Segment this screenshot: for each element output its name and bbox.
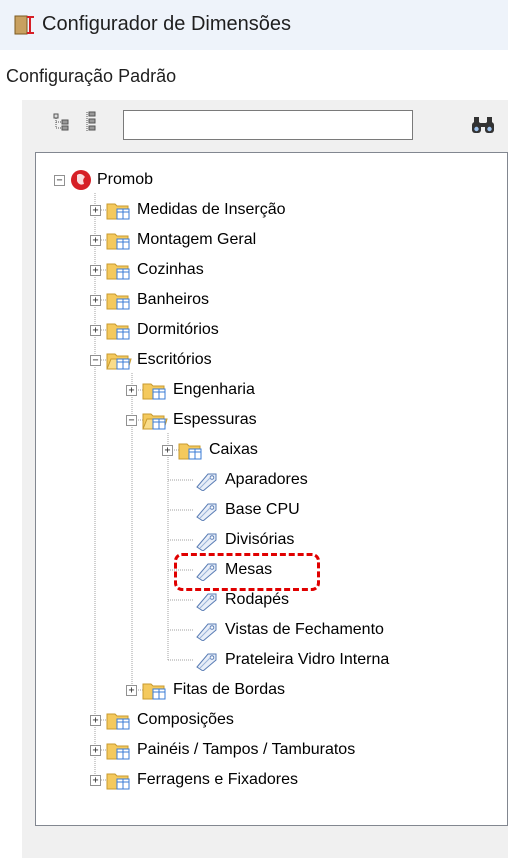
tree-node-label: Medidas de Inserção [137,201,286,218]
folder-table-icon [106,263,130,280]
tree-node-caixas[interactable]: + Caixas [162,437,258,463]
tree-node-label: Ferragens e Fixadores [137,771,298,788]
tree-node-label: Composições [137,711,234,728]
tree-node-dormitorios[interactable]: + Dormitórios [90,317,219,343]
tree-node-espessuras[interactable]: − Espessuras [126,407,257,433]
tree-node-label: Prateleira Vidro Interna [225,651,390,668]
app-ruler-icon [14,15,34,35]
dimension-tag-icon [196,503,217,521]
binoculars-icon[interactable] [470,114,496,136]
expand-icon[interactable]: + [126,384,137,396]
expand-icon[interactable]: + [90,774,101,786]
tree-node-ferragens[interactable]: + Ferragens e Fixadores [90,767,298,793]
expand-icon[interactable]: + [90,714,101,726]
tree-node-vistas-fechamento[interactable]: Vistas de Fechamento [194,617,384,643]
tree-node-divisorias[interactable]: Divisórias [194,527,294,553]
tree-node-escritorios[interactable]: − Escritórios [90,347,212,373]
tree-node-prateleira-vidro[interactable]: Prateleira Vidro Interna [194,647,389,673]
expand-icon[interactable]: + [90,264,101,276]
folder-table-icon [106,323,130,340]
expand-icon[interactable]: + [90,324,101,336]
tree-node-label: Mesas [225,561,273,578]
search-input[interactable] [123,110,413,140]
expand-icon[interactable]: + [90,204,101,216]
dimension-tag-icon [196,653,217,671]
tree-node-label: Aparadores [225,471,308,488]
folder-table-icon [142,383,166,400]
collapse-icon[interactable]: − [54,174,65,186]
tree-node-label: Base CPU [225,501,300,518]
dimension-tag-icon [196,563,217,581]
title-bar: Configurador de Dimensões [0,0,508,50]
expand-tree-icon[interactable] [83,110,103,134]
tree-node-label: Fitas de Bordas [173,681,286,698]
dimensions-tree[interactable]: − Promob + Medidas de Inserção + Montage… [35,152,508,826]
expand-icon[interactable]: + [90,234,101,246]
tree-node-fitas-bordas[interactable]: + Fitas de Bordas [126,677,285,703]
folder-table-icon [106,203,130,220]
tree-node-montagem-geral[interactable]: + Montagem Geral [90,227,256,253]
tree-node-label: Engenharia [173,381,255,398]
tree-node-cozinhas[interactable]: + Cozinhas [90,257,204,283]
window-title: Configurador de Dimensões [42,13,292,35]
tree-node-label: Espessuras [173,411,257,428]
folder-table-icon [106,743,130,760]
expand-icon[interactable]: + [90,294,101,306]
collapse-tree-icon[interactable] [52,110,72,134]
tree-node-label: Escritórios [137,351,212,368]
tree-node-label: Promob [97,171,154,188]
tree-node-label: Cozinhas [137,261,204,278]
tree-node-label: Caixas [209,441,258,458]
tree-node-label: Painéis / Tampos / Tamburatos [137,741,356,758]
expand-icon[interactable]: + [90,744,101,756]
collapse-icon[interactable]: − [90,354,101,366]
folder-table-icon [106,773,130,790]
tree-node-label: Divisórias [225,531,295,548]
tree-node-banheiros[interactable]: + Banheiros [90,287,209,313]
tree-node-mesas[interactable]: Mesas [194,557,272,583]
folder-table-icon [142,683,166,700]
tree-node-composicoes[interactable]: + Composições [90,707,234,733]
tree-node-engenharia[interactable]: + Engenharia [126,377,255,403]
expand-icon[interactable]: + [126,684,137,696]
folder-table-icon [106,233,130,250]
promob-logo-icon [71,170,91,190]
folder-table-icon [106,713,130,730]
tree-node-rodapes[interactable]: Rodapés [194,587,289,613]
configuration-label: Configuração Padrão [6,66,177,86]
dimension-tag-icon [196,623,217,641]
folder-open-table-icon [106,353,132,370]
dimension-tag-icon [196,473,217,491]
folder-open-table-icon [142,413,168,430]
tree-node-label: Rodapés [225,591,290,608]
tree-node-label: Dormitórios [137,321,219,338]
tree-node-paineis-tampos[interactable]: + Painéis / Tampos / Tamburatos [90,737,355,763]
folder-table-icon [106,293,130,310]
dimension-tag-icon [196,593,217,611]
tree-node-base-cpu[interactable]: Base CPU [194,497,300,523]
tree-node-label: Banheiros [137,291,210,308]
tree-node-medidas-insercao[interactable]: + Medidas de Inserção [90,197,286,223]
tree-node-label: Montagem Geral [137,231,257,248]
tree-node-promob[interactable]: − Promob [54,167,153,193]
tree-node-label: Vistas de Fechamento [225,621,384,638]
dimension-tag-icon [196,533,217,551]
expand-icon[interactable]: + [162,444,173,456]
collapse-icon[interactable]: − [126,414,137,426]
folder-table-icon [178,443,202,460]
tree-node-aparadores[interactable]: Aparadores [194,467,308,493]
